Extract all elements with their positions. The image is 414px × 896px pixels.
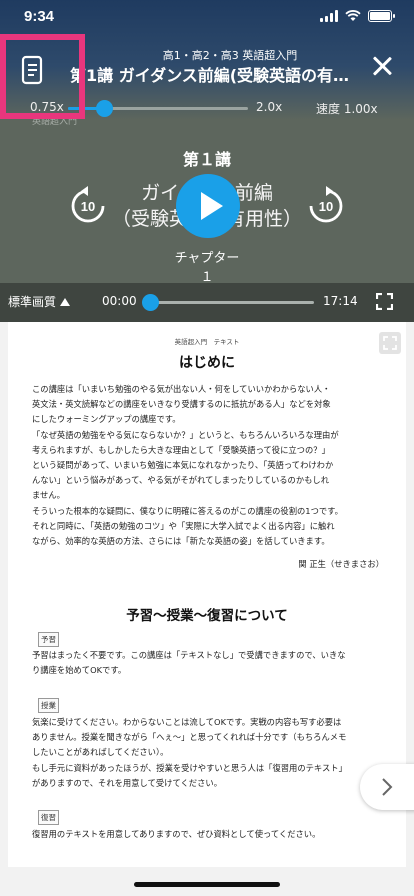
current-time: 00:00: [102, 294, 137, 308]
class-line: もし手元に資料があったほうが、授業を受けやすいと思う人は「復習用のテキスト」: [32, 762, 347, 773]
expand-icon[interactable]: [379, 332, 401, 354]
doc-title: はじめに: [179, 355, 235, 371]
rewind-seconds: 10: [81, 199, 95, 214]
class-line: したいことがあればしてください）。: [32, 747, 169, 758]
class-paragraph: 気楽に受けてください。わからないことは流してOKです。実戦の内容も写す必要は あ…: [32, 715, 382, 791]
lesson-title: 第1講 ガイダンス前編(受験英語の有…: [70, 66, 350, 85]
prep-line: 予習はまったく不要です。この講座は「テキストなし」で受講できますので、いきな: [32, 650, 346, 660]
cellular-signal-icon: [320, 10, 338, 22]
intro-line: それと同時に、「英語の勉強のコツ」や「実際に大学入試でよく出る内容」に触れ: [32, 520, 335, 531]
intro-line: そういった根本的な疑問に、僕なりに明確に答えるのがこの講座の役割の1つです。: [32, 505, 343, 516]
chevron-right-icon: [382, 778, 393, 796]
speed-current-label[interactable]: 速度 1.00x: [316, 100, 378, 117]
wifi-icon: [345, 10, 361, 21]
intro-line: この講座は「いまいち勉強のやる気が出ない人・何をしていいかわからない人・: [32, 384, 331, 394]
intro-paragraph: この講座は「いまいち勉強のやる気が出ない人・何をしていいかわからない人・ 英文法…: [32, 382, 382, 549]
play-button[interactable]: [176, 174, 240, 238]
video-player[interactable]: 9:34 高1・高2・高3 英語超入門 第1講 ガイダンス前編(受験英語の有… …: [0, 0, 414, 322]
quality-label: 標準画質: [8, 295, 57, 309]
forward-seconds: 10: [319, 199, 333, 214]
next-page-button[interactable]: [360, 764, 414, 810]
author-signature: 関 正生（せきまさお）: [298, 559, 384, 569]
fullscreen-icon[interactable]: [376, 293, 393, 310]
intro-line: 考えられますが、もしかしたら大きな理由として「受験英語って役に立つの？」: [32, 444, 330, 455]
review-paragraph: 復習用のテキストを用意してありますので、ぜひ資料として使ってください。: [32, 827, 382, 842]
intro-line: という疑問があって、いまいち勉強に本気になれなかったり、「英語ってわけわか: [32, 460, 334, 471]
toc-button[interactable]: [0, 34, 85, 119]
seek-knob[interactable]: [142, 294, 159, 311]
class-line: ありません。授業を聞きながら「へぇ〜」と思ってくれれば十分です（もちろんメモ: [32, 732, 347, 743]
document-list-icon: [21, 55, 43, 85]
intro-line: 「なぜ英語の勉強をやる気にならないか？」というと、もちろんいろいろな理由が: [32, 429, 339, 440]
caret-up-icon: [60, 297, 71, 306]
section-title: 予習〜授業〜復習について: [126, 608, 288, 624]
seek-bar[interactable]: [142, 294, 314, 311]
home-indicator[interactable]: [134, 882, 280, 887]
status-time: 9:34: [24, 8, 55, 25]
playback-controls: 標準画質 00:00 17:14: [0, 283, 414, 322]
intro-line: にしたウォーミングアップの講座です。: [32, 414, 181, 425]
intro-line: 英文法・英文読解などの講座をいきなり受講するのに抵抗がある人」などを対象: [32, 399, 331, 410]
prep-paragraph: 予習はまったく不要です。この講座は「テキストなし」で受講できますので、いきな り…: [32, 648, 382, 678]
speed-slider-knob[interactable]: [96, 100, 113, 117]
speed-max-label: 2.0x: [256, 100, 283, 114]
quality-selector[interactable]: 標準画質: [8, 293, 71, 310]
battery-icon: [368, 10, 395, 22]
close-icon[interactable]: [370, 54, 394, 78]
status-icons: [320, 10, 395, 22]
status-bar: 9:34: [0, 0, 414, 34]
review-line: 復習用のテキストを用意してありますので、ぜひ資料として使ってください。: [32, 829, 321, 839]
speed-slider[interactable]: [68, 100, 248, 117]
prep-line: り講座を始めてOKです。: [32, 665, 127, 676]
intro-line: ながら、効率的な英語の方法、さらには「新たな英語の姿」を話していきます。: [32, 536, 330, 547]
tag-review: 復習: [38, 810, 59, 825]
rewind-10-icon[interactable]: 10: [68, 186, 108, 226]
intro-line: んない」という悩みがあって、やる気がそがれてしまったりしているのかもしれ: [32, 475, 330, 486]
lesson-number: 第１講: [182, 150, 231, 169]
doc-header: 英語超入門 テキスト: [174, 338, 240, 346]
tag-prep: 予習: [38, 632, 59, 647]
text-page: 英語超入門 テキスト はじめに この講座は「いまいち勉強のやる気が出ない人・何を…: [8, 322, 406, 867]
tag-class: 授業: [38, 698, 59, 713]
class-line: 気楽に受けてください。わからないことは流してOKです。実戦の内容も写す必要は: [32, 717, 342, 727]
class-line: がありますので、それを用意して受けてください。: [32, 777, 223, 788]
course-subtitle: 高1・高2・高3 英語超入門: [162, 49, 298, 62]
forward-10-icon[interactable]: 10: [306, 186, 346, 226]
total-time: 17:14: [323, 294, 358, 308]
intro-line: ません。: [32, 490, 65, 501]
text-viewer[interactable]: 英語超入門 テキスト はじめに この講座は「いまいち勉強のやる気が出ない人・何を…: [0, 322, 414, 896]
